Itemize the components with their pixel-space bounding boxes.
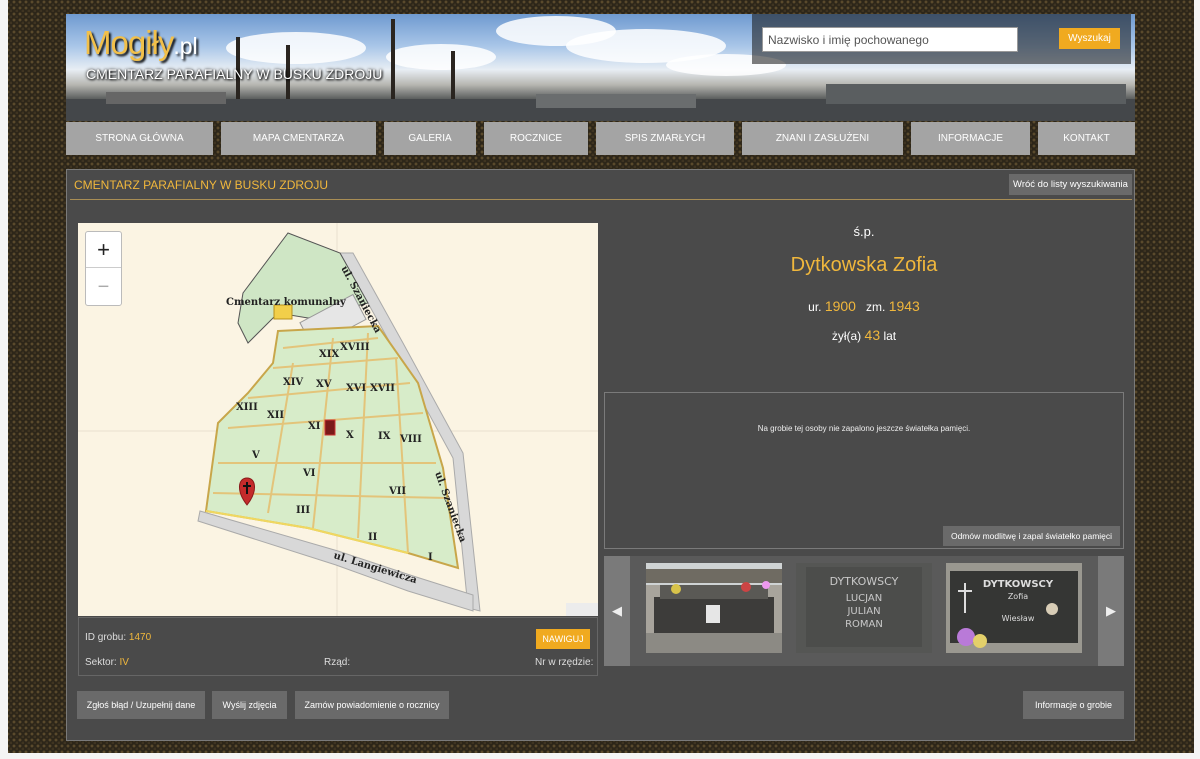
sector-label: XV [316,379,332,390]
gallery-prev-arrow[interactable]: ◀ [604,556,630,666]
navigate-button[interactable]: NAWIGUJ [536,629,590,649]
anniversary-notification-button[interactable]: Zamów powiadomienie o rocznicy [295,691,449,719]
page-frame-left [0,0,8,759]
cloud [226,32,366,64]
zoom-in-button[interactable]: + [86,232,121,268]
sector-label: V [251,450,260,461]
page-frame-right [1194,0,1200,759]
nav-item-contact[interactable]: KONTAKT [1038,122,1135,155]
died-year: 1943 [888,298,920,314]
nav-item-deceased-list[interactable]: SPIS ZMARŁYCH [596,122,734,155]
sector-label: X [346,430,354,441]
sector-label: III [296,505,310,516]
photo-inscription: Zofia [1008,592,1028,601]
grave-id-label: ID grobu: [85,632,127,643]
person-prefix: ś.p. [853,224,875,239]
sector-value: IV [119,657,129,668]
sector-label: XIV [283,377,303,388]
age-unit: lat [883,329,897,343]
nav-item-map[interactable]: MAPA CMENTARZA [221,122,376,155]
logo-text: Mogiły [84,24,174,61]
nav-item-anniversaries[interactable]: ROCZNICE [484,122,588,155]
age-value: 43 [864,327,881,343]
title-divider [70,199,1132,200]
sector-label: XVII [370,383,395,394]
nav-item-info[interactable]: INFORMACJE [911,122,1030,155]
sector-label: VI [302,468,316,479]
grave-photo[interactable] [646,563,782,653]
page-frame-bottom [0,753,1200,759]
site-subtitle: CMENTARZ PARAFIALNY W BUSKU ZDROJU [86,66,383,82]
light-candle-button[interactable]: Odmów modlitwę i zapal światełko pamięci [943,526,1120,546]
tree [391,19,395,109]
zoom-out-button[interactable]: − [86,269,121,305]
grave-id: ID grobu: 1470 [85,632,151,643]
photo-inscription: Wiesław [1002,614,1035,623]
site-logo[interactable]: Mogiły.pl [84,24,198,62]
photo-inscription: DYTKOWSCY [983,579,1054,590]
row-label: Rząd: [324,657,351,668]
nr-label: Nr w rzędzie: [535,657,594,668]
search-input[interactable] [762,27,1018,52]
grave-id-value: 1470 [128,632,152,643]
photo-inscription: ROMAN [845,619,883,630]
sector-label-text: Sektor: [85,657,117,668]
grave-info-button[interactable]: Informacje o grobie [1023,691,1124,719]
person-dates: ur. 1900 zm. 1943 [604,298,1124,314]
nav-item-famous[interactable]: ZNANI I ZASŁUŻENI [742,122,903,155]
person-name: Dytkowska Zofia [790,254,938,276]
age-label: żył(a) [831,329,862,343]
page-title: CMENTARZ PARAFIALNY W BUSKU ZDROJU [74,178,329,192]
photo-inscription: DYTKOWSCY [830,575,899,588]
candles-message: Na grobie tej osoby nie zapalono jeszcze… [757,424,971,433]
map-zoom-control: + − [85,231,122,306]
graves-row [536,94,696,108]
sector-label: XVI [346,383,367,394]
sector-label: XIX [319,349,339,360]
church-marker [324,419,336,436]
search-button[interactable]: Wyszukaj [1059,28,1120,49]
back-to-search-button[interactable]: Wróć do listy wyszukiwania [1009,174,1132,195]
grave-photo-2-image: DYTKOWSCY LUCJAN JULIAN ROMAN [796,563,932,653]
gallery-next-arrow[interactable]: ▶ [1098,556,1124,666]
communal-cemetery-label: Cmentarz komunalny [226,297,347,308]
sector-label: XII [267,410,284,421]
sector-label: II [368,532,378,543]
grave-photo[interactable]: DYTKOWSCY LUCJAN JULIAN ROMAN [796,563,932,653]
graves-row [106,92,226,104]
grave-photo[interactable]: DYTKOWSCY Zofia Wiesław [946,563,1082,653]
person-age: żył(a) 43 lat [604,327,1124,343]
born-label: ur. [808,300,822,314]
sector-label: IX [378,431,391,442]
grave-row: Rząd: [324,657,350,668]
report-error-button[interactable]: Zgłoś błąd / Uzupełnij dane [77,691,205,719]
grave-sector: Sektor: IV [85,657,129,668]
sector-label: I [428,552,433,563]
nav-item-home[interactable]: STRONA GŁÓWNA [66,122,213,155]
grave-photo-3-image: DYTKOWSCY Zofia Wiesław [946,563,1082,653]
sector-label: XIII [236,402,258,413]
sector-label: VII [388,486,406,497]
photo-inscription: LUCJAN [846,593,882,604]
cemetery-map[interactable]: Cmentarz komunalny XIX XVIII XIV XV XVI … [78,223,598,616]
send-photos-button[interactable]: Wyślij zdjęcia [212,691,287,719]
logo-suffix: .pl [173,33,198,59]
photo-inscription: JULIAN [846,606,880,617]
graves-row [826,84,1126,104]
born-year: 1900 [824,298,856,314]
sector-label: XVIII [340,342,370,353]
grave-number: Nr w rzędzie: [535,657,593,668]
sector-label: XI [308,421,321,432]
map-attribution-box [566,603,598,616]
nav-item-gallery[interactable]: GALERIA [384,122,476,155]
cloud [386,44,496,70]
sector-label: VIII [399,434,422,445]
died-label: zm. [866,300,886,314]
cemetery-map-svg: Cmentarz komunalny XIX XVIII XIV XV XVI … [78,223,598,616]
grave-photo-1-image [646,563,782,653]
